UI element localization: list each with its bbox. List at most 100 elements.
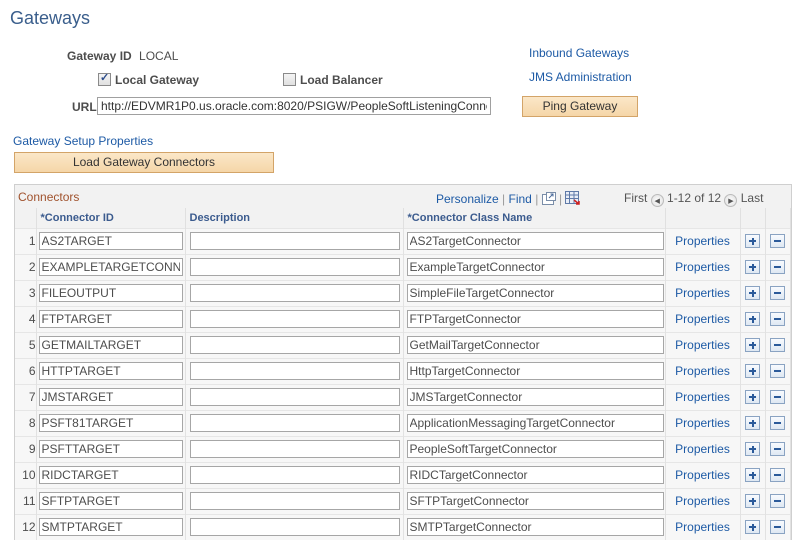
connector-id-input[interactable] — [38, 518, 183, 537]
delete-row-button[interactable] — [770, 338, 785, 352]
properties-link[interactable]: Properties — [675, 364, 730, 378]
properties-link[interactable]: Properties — [675, 338, 730, 352]
delete-row-button[interactable] — [770, 494, 785, 508]
connector-id-input[interactable] — [38, 440, 183, 458]
properties-link[interactable]: Properties — [675, 416, 730, 430]
find-link[interactable]: Find — [509, 192, 532, 206]
add-row-button[interactable] — [745, 364, 760, 378]
properties-link[interactable]: Properties — [675, 442, 730, 456]
description-input[interactable] — [189, 362, 400, 380]
add-row-button[interactable] — [745, 390, 760, 404]
minus-icon — [774, 448, 781, 450]
connector-id-input[interactable] — [38, 362, 183, 380]
connector-class-name-input[interactable] — [406, 492, 664, 510]
description-input[interactable] — [189, 518, 400, 537]
minus-icon — [774, 422, 781, 424]
add-row-button[interactable] — [745, 286, 760, 300]
delete-row-button[interactable] — [770, 286, 785, 300]
properties-link[interactable]: Properties — [675, 520, 730, 534]
connector-id-input[interactable] — [38, 414, 183, 432]
url-input[interactable] — [97, 97, 491, 115]
load-balancer-checkbox[interactable]: Load Balancer — [283, 73, 383, 87]
add-row-button[interactable] — [745, 494, 760, 508]
connector-class-name-input[interactable] — [406, 440, 664, 458]
inbound-gateways-link[interactable]: Inbound Gateways — [529, 46, 629, 60]
properties-link[interactable]: Properties — [675, 234, 730, 248]
description-input[interactable] — [189, 310, 400, 328]
properties-link[interactable]: Properties — [675, 286, 730, 300]
connector-class-name-input[interactable] — [406, 466, 664, 484]
connector-class-name-input[interactable] — [406, 258, 664, 276]
connector-class-name-input[interactable] — [406, 414, 664, 432]
add-row-button[interactable] — [745, 520, 760, 535]
description-input[interactable] — [189, 440, 400, 458]
add-row-button[interactable] — [745, 468, 760, 482]
ping-gateway-button[interactable]: Ping Gateway — [522, 96, 638, 117]
properties-link[interactable]: Properties — [675, 494, 730, 508]
description-input[interactable] — [189, 284, 400, 302]
description-input[interactable] — [189, 232, 400, 250]
add-row-button[interactable] — [745, 416, 760, 430]
description-input[interactable] — [189, 466, 400, 484]
connector-class-name-input[interactable] — [406, 388, 664, 406]
download-spreadsheet-icon[interactable] — [565, 191, 581, 208]
row-number: 2 — [15, 253, 37, 280]
minus-icon — [774, 500, 781, 502]
connector-class-name-input[interactable] — [406, 336, 664, 354]
delete-row-button[interactable] — [770, 442, 785, 456]
plus-icon-stem — [751, 263, 754, 271]
description-input[interactable] — [189, 388, 400, 406]
delete-row-button[interactable] — [770, 416, 785, 430]
connector-id-input[interactable] — [38, 336, 183, 354]
connector-id-input[interactable] — [38, 284, 183, 302]
delete-row-button[interactable] — [770, 312, 785, 326]
previous-arrow-icon[interactable]: ◀ — [650, 194, 664, 207]
add-row-button[interactable] — [745, 234, 760, 248]
connector-class-name-input[interactable] — [406, 232, 664, 250]
description-input[interactable] — [189, 336, 400, 354]
next-arrow-icon[interactable]: ▶ — [724, 194, 738, 207]
add-row-button[interactable] — [745, 338, 760, 352]
connector-class-name-input[interactable] — [406, 518, 664, 537]
connector-id-input[interactable] — [38, 232, 183, 250]
gateway-setup-properties-link[interactable]: Gateway Setup Properties — [13, 134, 153, 148]
row-number: 9 — [15, 435, 37, 462]
delete-row-button[interactable] — [770, 260, 785, 274]
row-number: 7 — [15, 383, 37, 410]
local-gateway-checkbox[interactable]: Local Gateway — [98, 71, 199, 87]
connector-id-input[interactable] — [38, 258, 183, 276]
description-input[interactable] — [189, 414, 400, 432]
connector-id-input[interactable] — [38, 466, 183, 484]
view-all-icon[interactable] — [541, 192, 556, 208]
last-label[interactable]: Last — [741, 191, 764, 205]
checkbox-unchecked-icon[interactable] — [283, 73, 296, 86]
description-input[interactable] — [189, 492, 400, 510]
row-number-header — [15, 208, 37, 228]
checkbox-checked-icon[interactable] — [98, 71, 111, 86]
load-gateway-connectors-button[interactable]: Load Gateway Connectors — [14, 152, 274, 173]
connector-id-input[interactable] — [38, 310, 183, 328]
jms-administration-link[interactable]: JMS Administration — [529, 70, 632, 84]
delete-row-button[interactable] — [770, 390, 785, 404]
add-row-button[interactable] — [745, 312, 760, 326]
delete-row-button[interactable] — [770, 364, 785, 378]
connector-id-input[interactable] — [38, 388, 183, 406]
properties-link[interactable]: Properties — [675, 468, 730, 482]
column-header-add — [740, 208, 766, 228]
table-row: 10 Properties — [15, 461, 791, 488]
first-label[interactable]: First — [624, 191, 647, 205]
add-row-button[interactable] — [745, 442, 760, 456]
connector-class-name-input[interactable] — [406, 284, 664, 302]
delete-row-button[interactable] — [770, 468, 785, 482]
add-row-button[interactable] — [745, 260, 760, 274]
delete-row-button[interactable] — [770, 520, 785, 535]
description-input[interactable] — [189, 258, 400, 276]
properties-link[interactable]: Properties — [675, 312, 730, 326]
connector-id-input[interactable] — [38, 492, 183, 510]
properties-link[interactable]: Properties — [675, 260, 730, 274]
connector-class-name-input[interactable] — [406, 310, 664, 328]
properties-link[interactable]: Properties — [675, 390, 730, 404]
connector-class-name-input[interactable] — [406, 362, 664, 380]
delete-row-button[interactable] — [770, 234, 785, 248]
personalize-link[interactable]: Personalize — [436, 192, 499, 206]
